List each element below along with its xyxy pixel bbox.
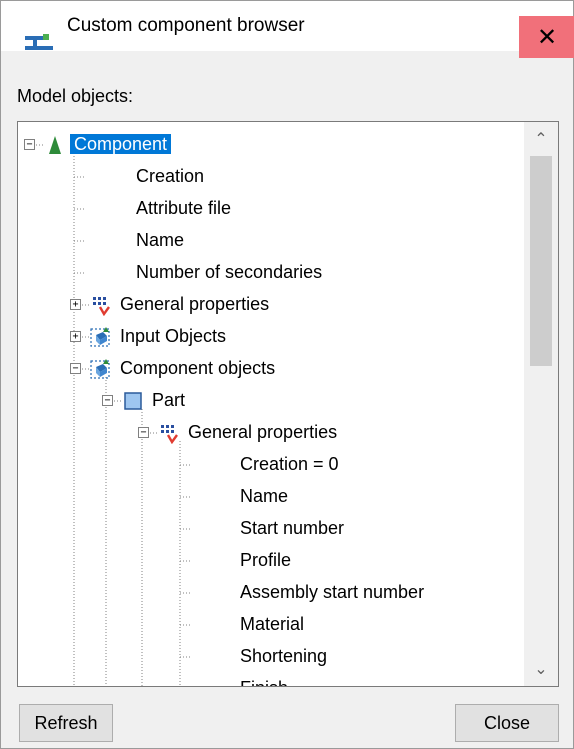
collapse-toggle-icon[interactable]: − bbox=[138, 427, 149, 438]
title-bar[interactable]: Custom component browser ✕ bbox=[1, 1, 574, 58]
model-objects-tree[interactable]: − Component Creation Attribute file Name Numb… bbox=[17, 121, 559, 687]
tree-item-label: Input Objects bbox=[120, 326, 227, 346]
tree-item-label: General properties bbox=[120, 294, 270, 314]
tree-item[interactable]: Creation = 0 bbox=[236, 449, 343, 479]
tree-item[interactable]: Number of secondaries bbox=[132, 257, 326, 287]
expand-toggle-icon[interactable]: + bbox=[70, 331, 81, 342]
scroll-down-button[interactable]: ⌄ bbox=[524, 652, 558, 686]
tree-item[interactable]: Component bbox=[70, 129, 172, 159]
collapse-toggle-icon[interactable]: − bbox=[102, 395, 113, 406]
tree-item[interactable]: Component objects bbox=[116, 353, 279, 383]
tree-item-label: Attribute file bbox=[136, 198, 232, 218]
tree-item[interactable]: Creation bbox=[132, 161, 208, 191]
tree-item[interactable]: Input Objects bbox=[116, 321, 230, 351]
tree-item[interactable]: Assembly start number bbox=[236, 577, 428, 607]
tree-item[interactable]: General properties bbox=[184, 417, 341, 447]
tree-item-label: Shortening bbox=[240, 646, 328, 666]
objects-icon bbox=[90, 359, 110, 379]
close-button[interactable]: Close bbox=[455, 704, 559, 742]
tree-item[interactable]: Part bbox=[148, 385, 189, 415]
close-icon: ✕ bbox=[536, 23, 558, 51]
custom-component-browser-window: Custom component browser ✕ Model objects… bbox=[0, 0, 574, 749]
tree-item-label: Name bbox=[136, 230, 185, 250]
tree-item[interactable]: Finish bbox=[236, 673, 292, 686]
tree-item[interactable]: Name bbox=[236, 481, 292, 511]
tree-item[interactable]: General properties bbox=[116, 289, 273, 319]
scroll-up-button[interactable]: ⌃ bbox=[524, 122, 558, 156]
objects-icon bbox=[90, 327, 110, 347]
scrollbar-thumb[interactable] bbox=[530, 156, 552, 366]
tree-item[interactable]: Shortening bbox=[236, 641, 331, 671]
expand-toggle-icon[interactable]: + bbox=[70, 299, 81, 310]
tree-item-label: Component objects bbox=[120, 358, 276, 378]
tree-item[interactable]: Profile bbox=[236, 545, 295, 575]
tree-item-label: Start number bbox=[240, 518, 345, 538]
tree-item-label: Assembly start number bbox=[240, 582, 425, 602]
app-icon bbox=[25, 34, 53, 50]
properties-icon bbox=[161, 425, 178, 444]
collapse-toggle-icon[interactable]: − bbox=[24, 139, 35, 150]
chevron-up-icon: ⌃ bbox=[534, 131, 548, 148]
tree-item-label: Part bbox=[152, 390, 186, 410]
collapse-toggle-icon[interactable]: − bbox=[70, 363, 81, 374]
tree-item-label: Number of secondaries bbox=[136, 262, 323, 282]
cone-icon bbox=[49, 136, 61, 154]
window-title: Custom component browser bbox=[67, 15, 305, 36]
tree-item-label: Creation = 0 bbox=[240, 454, 339, 474]
tree-item-label: Material bbox=[240, 614, 305, 634]
tree-item[interactable]: Attribute file bbox=[132, 193, 235, 223]
tree-item-label: Finish bbox=[236, 678, 292, 686]
part-icon bbox=[124, 392, 142, 410]
tree-item[interactable]: Name bbox=[132, 225, 188, 255]
chevron-down-icon: ⌄ bbox=[534, 661, 548, 678]
tree-item-label: Name bbox=[240, 486, 289, 506]
properties-icon bbox=[93, 297, 110, 316]
tree-item-label: Profile bbox=[240, 550, 292, 570]
window-close-button[interactable]: ✕ bbox=[519, 16, 574, 58]
tree-item-label: General properties bbox=[188, 422, 338, 442]
tree-item-label: Creation bbox=[136, 166, 205, 186]
vertical-scrollbar[interactable]: ⌃ ⌄ bbox=[524, 122, 558, 686]
refresh-button[interactable]: Refresh bbox=[19, 704, 113, 742]
tree-item[interactable]: Start number bbox=[236, 513, 348, 543]
tree-item-label: Component bbox=[70, 134, 172, 154]
model-objects-label: Model objects: bbox=[17, 86, 134, 106]
tree-item[interactable]: Material bbox=[236, 609, 308, 639]
